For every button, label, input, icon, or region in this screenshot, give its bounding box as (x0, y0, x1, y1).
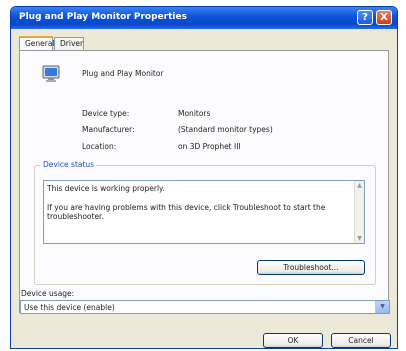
close-button[interactable]: X (376, 10, 392, 25)
help-icon: ? (362, 12, 368, 23)
status-scrollbar[interactable]: ▲ ▼ (354, 181, 364, 243)
location-label: Location: (82, 142, 117, 151)
status-line-1: This device is working properly. (47, 184, 165, 193)
troubleshoot-button[interactable]: Troubleshoot... (257, 260, 365, 275)
status-line-2: If you are having problems with this dev… (47, 203, 326, 221)
device-usage-select[interactable]: Use this device (enable) ▼ (20, 300, 390, 314)
window-title: Plug and Play Monitor Properties (19, 12, 187, 22)
tab-driver[interactable]: Driver (54, 37, 84, 50)
device-status-group: Device status This device is working pro… (34, 160, 376, 285)
device-name: Plug and Play Monitor (82, 69, 164, 78)
location-value: on 3D Prophet III (178, 142, 241, 151)
scroll-up-icon[interactable]: ▲ (356, 182, 363, 189)
general-panel: Plug and Play Monitor Device type: Monit… (19, 50, 389, 313)
device-status-textbox[interactable]: This device is working properly. If you … (43, 180, 365, 244)
ok-button[interactable]: OK (263, 333, 323, 348)
device-usage-value: Use this device (enable) (24, 303, 115, 312)
cancel-button[interactable]: Cancel (331, 333, 391, 348)
device-type-value: Monitors (178, 109, 211, 118)
title-bar[interactable]: Plug and Play Monitor Properties ? X (11, 7, 397, 29)
close-icon: X (380, 12, 388, 23)
device-usage-label: Device usage: (21, 289, 75, 298)
help-button[interactable]: ? (357, 10, 373, 25)
manufacturer-value: (Standard monitor types) (178, 125, 273, 134)
monitor-icon (42, 65, 60, 82)
chevron-down-icon[interactable]: ▼ (375, 301, 389, 313)
scroll-down-icon[interactable]: ▼ (356, 235, 363, 242)
manufacturer-label: Manufacturer: (82, 125, 135, 134)
device-type-label: Device type: (82, 109, 130, 118)
device-status-label: Device status (41, 160, 97, 169)
properties-dialog: Plug and Play Monitor Properties ? X Gen… (10, 6, 398, 349)
tab-general[interactable]: General (19, 36, 55, 51)
